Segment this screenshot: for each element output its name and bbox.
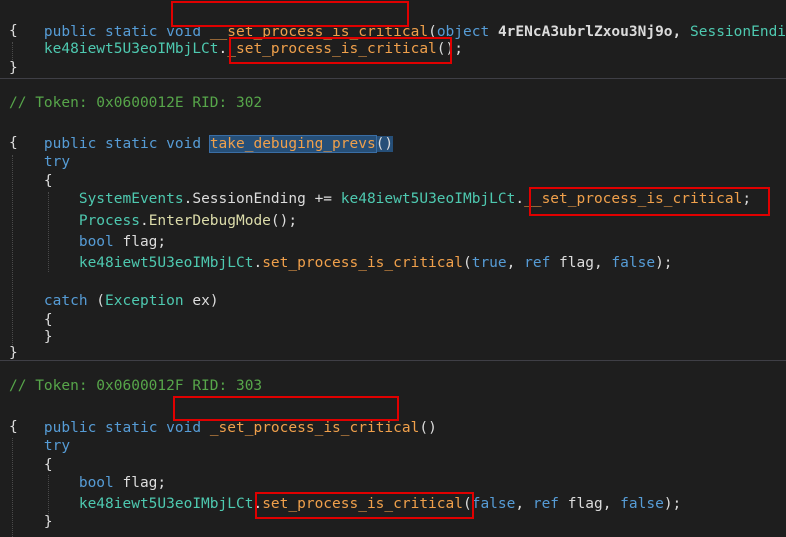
class-reference[interactable]: SystemEvents [79,191,184,207]
method-reference[interactable]: set_process_is_critical [262,255,463,271]
code-line-brace: { [43,173,53,189]
code-comment: // Token: 0x0600012F RID: 303 [9,378,263,394]
param-type[interactable]: SessionEnding [690,24,786,40]
event-reference[interactable]: SessionEnding [192,191,306,207]
code-line-try: try [43,154,71,170]
code-line-call: ke48iewt5U3eoIMbjLCt._set_process_is_cri… [43,41,463,57]
method-separator [0,360,786,361]
method-reference[interactable]: set_process_is_critical [262,496,463,512]
param-name: 4rENcA3ubrlZxou3Nj9o, [497,24,682,40]
method-name-selected[interactable]: take_debuging_prevs [208,135,377,153]
keyword: public [43,24,97,40]
code-line-call: Process.EnterDebugMode(); [78,213,298,229]
class-reference[interactable]: ke48iewt5U3eoIMbjLCt [79,255,254,271]
class-reference[interactable]: Process [79,213,140,229]
code-line-brace: } [43,514,53,530]
code-line-event-subscribe: SystemEvents.SessionEnding += ke48iewt5U… [78,191,752,207]
code-line-declaration: bool flag; [78,475,167,491]
code-line-try: try [43,438,71,454]
method-separator [0,78,786,79]
keyword: void [166,24,202,40]
code-line-call: ke48iewt5U3eoIMbjLCt.set_process_is_crit… [78,496,682,512]
code-line-brace: { [9,135,18,151]
method-reference[interactable]: __set_process_is_critical [524,191,742,207]
class-reference[interactable]: Exception [105,293,184,309]
code-line-method-signature: public static void __set_process_is_crit… [9,2,786,40]
code-line-brace: { [9,419,18,435]
code-line-declaration: bool flag; [78,234,167,250]
method-name[interactable]: _set_process_is_critical [210,420,420,436]
class-reference[interactable]: ke48iewt5U3eoIMbjLCt [44,41,219,57]
code-line-method-signature: public static void take_debuging_prevs() [43,135,394,153]
method-reference[interactable]: EnterDebugMode [149,213,271,229]
paren: ( [428,24,437,40]
method-name[interactable]: __set_process_is_critical [210,24,428,40]
code-editor[interactable]: public static void __set_process_is_crit… [0,0,786,537]
method-reference[interactable]: _set_process_is_critical [227,41,437,57]
code-line-catch: catch (Exception ex) [43,293,219,309]
code-line-call: ke48iewt5U3eoIMbjLCt.set_process_is_crit… [78,255,673,271]
class-reference[interactable]: ke48iewt5U3eoIMbjLCt [341,191,516,207]
code-line-brace: { [43,457,53,473]
param-type: object [436,24,490,40]
class-reference[interactable]: ke48iewt5U3eoIMbjLCt [79,496,254,512]
code-line-method-signature: public static void _set_process_is_criti… [43,420,437,436]
code-line-brace: { [9,23,18,39]
code-line-brace: } [9,60,18,76]
code-comment: // Token: 0x0600012E RID: 302 [9,95,263,111]
keyword: static [105,24,158,40]
